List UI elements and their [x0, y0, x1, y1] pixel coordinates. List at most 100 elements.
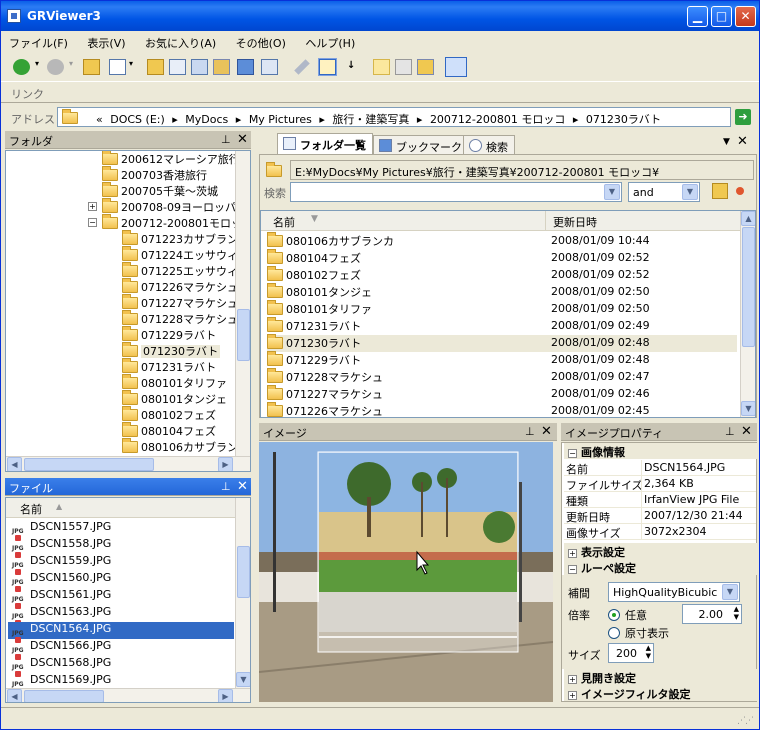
- file-list-vscroll[interactable]: ▼: [235, 498, 250, 688]
- folder-list-row[interactable]: 071227マラケシュ 2008/01/09 02:46: [267, 385, 737, 403]
- scroll-right-button[interactable]: ▶: [218, 689, 233, 702]
- pin-icon[interactable]: ⊥: [525, 425, 535, 438]
- address-crumb[interactable]: 071230ラバト: [586, 113, 661, 126]
- folder-list-row[interactable]: 080104フェズ 2008/01/09 02:52: [267, 249, 737, 267]
- tree-item[interactable]: 071230ラバト: [122, 342, 221, 359]
- file-list-item[interactable]: JPG DSCN1557.JPG: [8, 520, 234, 541]
- pin-icon[interactable]: ⊥: [221, 133, 231, 146]
- forward-icon[interactable]: [47, 59, 64, 75]
- tree-item[interactable]: − 200712-200801モロッコ: [88, 214, 250, 231]
- tree-item[interactable]: 071231ラバト: [122, 358, 216, 375]
- close-tab-icon[interactable]: ✕: [737, 134, 748, 149]
- tab-menu-icon[interactable]: ▼: [723, 137, 730, 147]
- folder-list-vscroll[interactable]: ▲ ▼: [740, 211, 755, 417]
- menu-other[interactable]: その他(O): [228, 31, 294, 51]
- export-icon[interactable]: [261, 59, 278, 75]
- tree-item[interactable]: 080101タンジェ: [122, 390, 227, 407]
- folder-list-row[interactable]: 080106カサブランカ 2008/01/09 10:44: [267, 232, 737, 250]
- menu-help[interactable]: ヘルプ(H): [297, 31, 363, 51]
- search-input[interactable]: ▼: [290, 182, 622, 202]
- file-list-item[interactable]: JPG DSCN1564.JPG: [8, 622, 234, 643]
- tree-item[interactable]: 071224エッサウィラ: [122, 246, 249, 263]
- stack-icon[interactable]: [417, 59, 434, 75]
- folder-icon[interactable]: [147, 59, 164, 75]
- address-crumb[interactable]: DOCS (E:): [110, 113, 165, 126]
- zoom-value-stepper[interactable]: 2.00 ▲ ▼: [682, 604, 742, 624]
- minimize-button[interactable]: ▁: [687, 6, 708, 27]
- loupe-settings-section[interactable]: − ルーペ設定: [564, 559, 758, 575]
- scroll-right-button[interactable]: ▶: [218, 457, 233, 471]
- tab-folder-list[interactable]: フォルダ一覧: [277, 133, 373, 155]
- folder-list-row[interactable]: 080102フェズ 2008/01/09 02:52: [267, 266, 737, 284]
- list-icon[interactable]: [169, 59, 186, 75]
- note-icon[interactable]: [373, 59, 390, 75]
- scroll-thumb[interactable]: [237, 309, 250, 361]
- chevron-down-icon[interactable]: ▼: [722, 584, 738, 600]
- address-separator[interactable]: ▸: [236, 113, 242, 126]
- address-separator[interactable]: ▸: [319, 113, 325, 126]
- address-crumb[interactable]: 200712-200801 モロッコ: [430, 113, 565, 126]
- tab-bookmark[interactable]: ブックマーク: [373, 135, 469, 155]
- file-list-item[interactable]: JPG DSCN1558.JPG: [8, 537, 234, 558]
- collapse-icon[interactable]: −: [88, 218, 97, 227]
- menu-view[interactable]: 表示(V): [79, 31, 133, 51]
- scroll-up-button[interactable]: ▲: [741, 211, 755, 226]
- tree-item[interactable]: 080106カサブランカ: [122, 438, 249, 455]
- close-pane-icon[interactable]: ✕: [237, 132, 248, 147]
- folder-list-row[interactable]: 071231ラバト 2008/01/09 02:49: [267, 317, 737, 335]
- tree-item[interactable]: 080101タリファ: [122, 374, 227, 391]
- file-list-item[interactable]: JPG DSCN1560.JPG: [8, 571, 234, 592]
- stop-icon[interactable]: [736, 187, 744, 195]
- interp-select[interactable]: HighQualityBicubic ▼: [608, 582, 740, 602]
- folder-list-row[interactable]: 080101タンジェ 2008/01/09 02:50: [267, 283, 737, 301]
- page-icon[interactable]: [395, 59, 412, 75]
- forward-dropdown-icon[interactable]: ▾: [69, 59, 77, 75]
- file-list-item[interactable]: JPG DSCN1561.JPG: [8, 588, 234, 609]
- search-mode-select[interactable]: and ▼: [628, 182, 700, 202]
- file-list-item[interactable]: JPG DSCN1563.JPG: [8, 605, 234, 626]
- title-bar[interactable]: GRViewer3 ▁ □ ✕: [1, 1, 759, 31]
- image-info-section[interactable]: − 画像情報: [564, 443, 758, 459]
- chevron-down-icon[interactable]: ▼: [682, 184, 698, 200]
- scroll-left-button[interactable]: ◀: [7, 689, 22, 702]
- magnifier-icon[interactable]: [445, 57, 467, 77]
- chevron-down-icon[interactable]: ▼: [604, 184, 620, 200]
- tree-item[interactable]: +200708-09ヨーロッパ旅: [88, 198, 247, 215]
- view-mode-icon[interactable]: [109, 59, 126, 75]
- scroll-thumb[interactable]: [24, 690, 104, 702]
- folder-search-icon[interactable]: [712, 183, 728, 199]
- wrench-icon[interactable]: [294, 59, 310, 75]
- scroll-thumb[interactable]: [742, 227, 755, 347]
- close-button[interactable]: ✕: [735, 6, 756, 27]
- close-pane-icon[interactable]: ✕: [741, 424, 752, 439]
- scroll-down-button[interactable]: ▼: [236, 672, 250, 687]
- tree-item[interactable]: 071227マラケシュ: [122, 294, 238, 311]
- path-field[interactable]: E:¥MyDocs¥My Pictures¥旅行・建築写真¥200712-200…: [290, 160, 754, 180]
- folder-add-icon[interactable]: [266, 162, 282, 177]
- folder-list-row[interactable]: 071229ラバト 2008/01/09 02:48: [267, 351, 737, 369]
- address-crumb[interactable]: My Pictures: [249, 113, 312, 126]
- links-bar[interactable]: リンク: [1, 81, 759, 103]
- up-folder-icon[interactable]: [83, 59, 100, 75]
- image-filter-section[interactable]: + イメージフィルタ設定: [564, 685, 758, 701]
- file-list-header[interactable]: 名前 ▲: [6, 498, 236, 518]
- resize-grip-icon[interactable]: ⋰⋰: [737, 716, 754, 726]
- go-arrow-icon[interactable]: ➜: [735, 109, 751, 125]
- address-separator[interactable]: ▸: [172, 113, 178, 126]
- zoom-actual-radio[interactable]: 原寸表示: [608, 625, 669, 641]
- file-list-item[interactable]: JPG DSCN1566.JPG: [8, 639, 234, 660]
- close-pane-icon[interactable]: ✕: [541, 424, 552, 439]
- file-list-hscroll[interactable]: ◀ ▶: [6, 688, 250, 702]
- menu-favorites[interactable]: お気に入り(A): [137, 31, 224, 51]
- view-dropdown-icon[interactable]: ▾: [129, 59, 137, 75]
- scroll-down-button[interactable]: ▼: [741, 401, 755, 416]
- address-separator[interactable]: ▸: [417, 113, 423, 126]
- book-icon[interactable]: [237, 59, 254, 75]
- address-crumb[interactable]: MyDocs: [185, 113, 228, 126]
- folder-tree-vscroll[interactable]: [235, 151, 250, 456]
- name-column-header[interactable]: 名前: [273, 214, 295, 230]
- date-column-header[interactable]: 更新日時: [553, 214, 597, 230]
- tree-item[interactable]: 080104フェズ: [122, 422, 216, 439]
- tree-item[interactable]: 071223カサブランカ: [122, 230, 249, 247]
- address-field[interactable]: « DOCS (E:) ▸ MyDocs ▸ My Pictures ▸ 旅行・…: [57, 107, 731, 127]
